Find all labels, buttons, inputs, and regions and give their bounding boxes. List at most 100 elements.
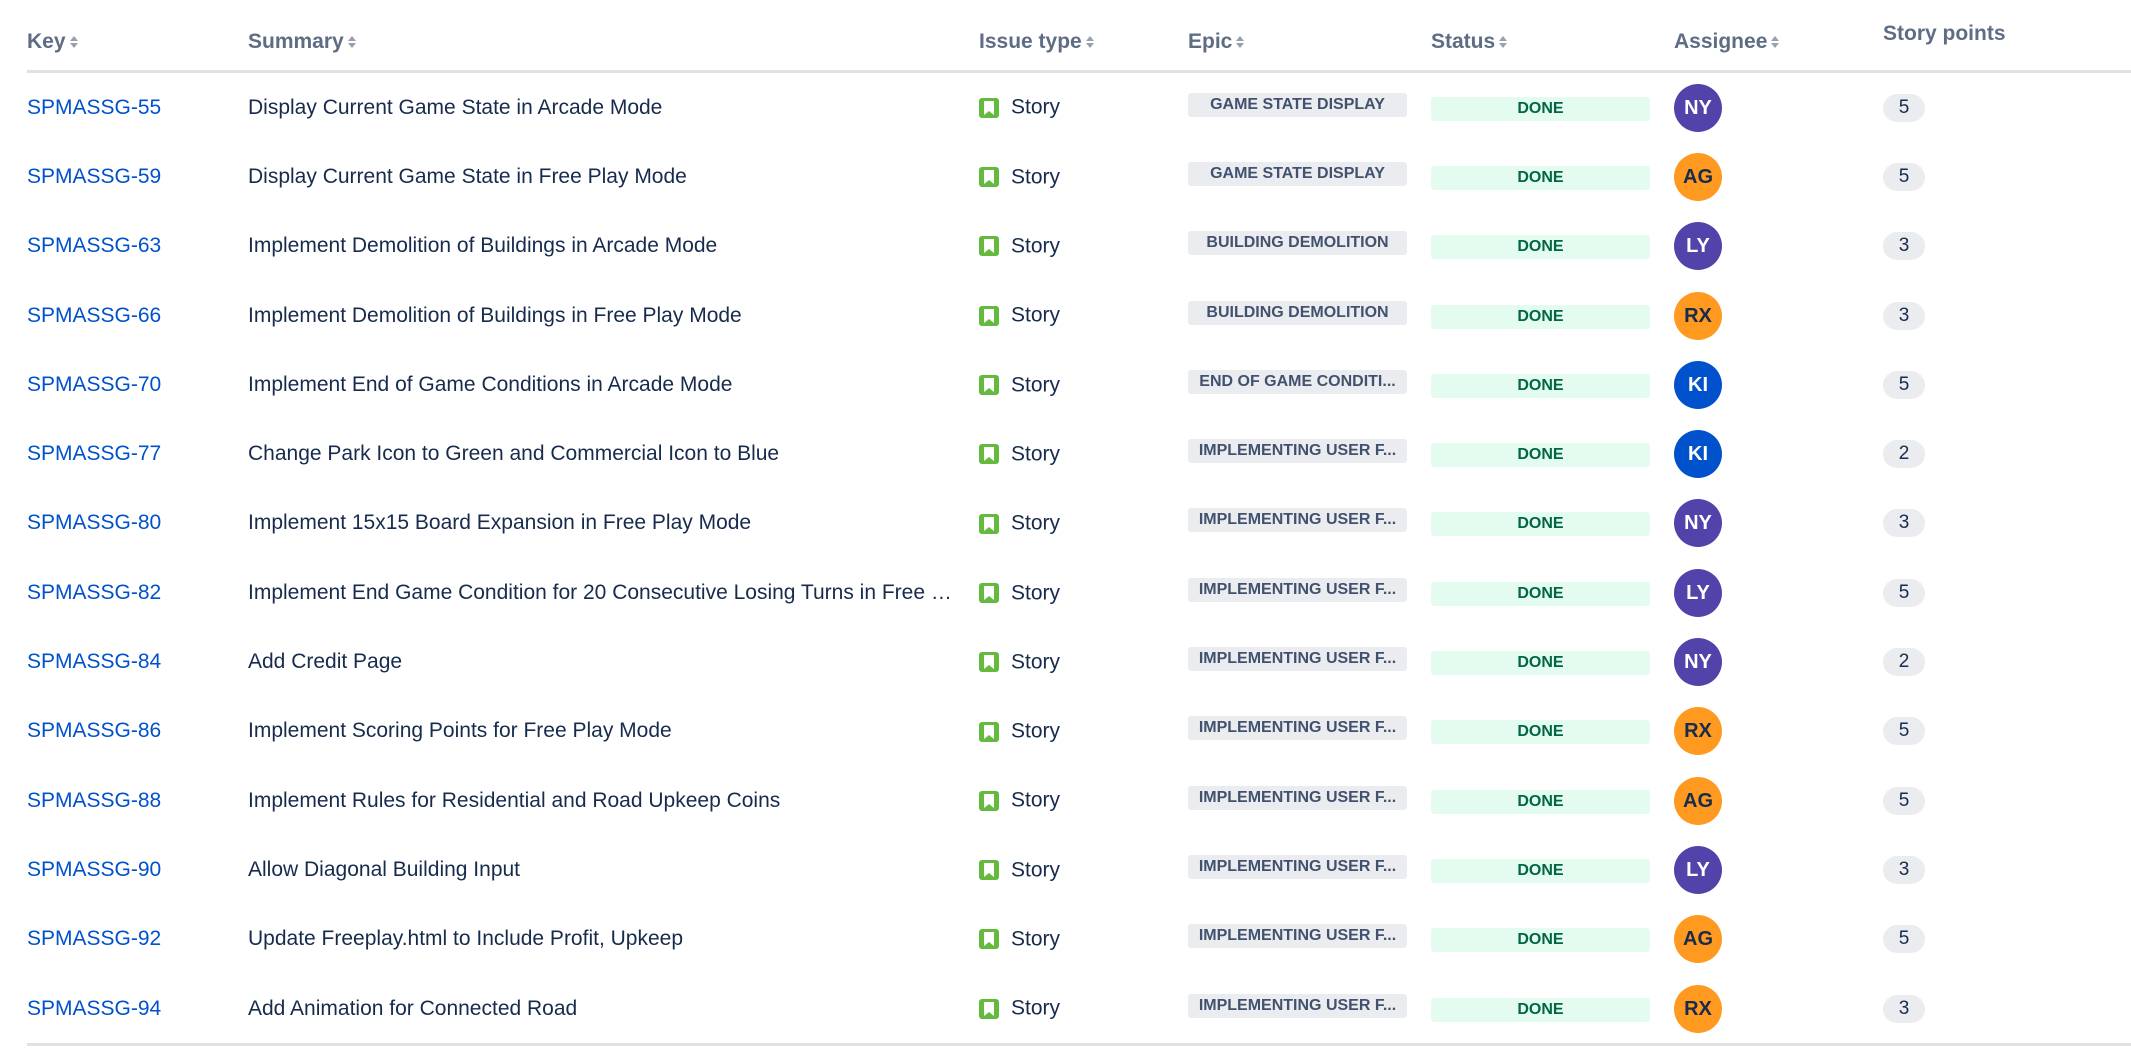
issue-summary[interactable]: Add Credit Page — [248, 650, 979, 674]
table-row[interactable]: SPMASSG-94 Add Animation for Connected R… — [27, 973, 2131, 1047]
issue-summary[interactable]: Implement End of Game Conditions in Arca… — [248, 373, 979, 397]
epic-lozenge[interactable]: IMPLEMENTING USER F... — [1188, 924, 1407, 949]
table-row[interactable]: SPMASSG-82 Implement End Game Condition … — [27, 558, 2131, 627]
column-header-epic[interactable]: Epic — [1188, 14, 1431, 73]
issue-summary[interactable]: Update Freeplay.html to Include Profit, … — [248, 927, 979, 951]
issue-key-link[interactable]: SPMASSG-70 — [27, 373, 161, 396]
column-header-summary[interactable]: Summary — [248, 14, 979, 73]
table-row[interactable]: SPMASSG-66 Implement Demolition of Build… — [27, 281, 2131, 350]
issue-key-link[interactable]: SPMASSG-88 — [27, 789, 161, 812]
sort-icon[interactable] — [1085, 35, 1094, 49]
avatar[interactable]: NY — [1674, 499, 1722, 548]
status-badge[interactable]: DONE — [1431, 443, 1650, 468]
issue-key-link[interactable]: SPMASSG-63 — [27, 234, 161, 257]
epic-lozenge[interactable]: IMPLEMENTING USER F... — [1188, 439, 1407, 464]
issue-key-link[interactable]: SPMASSG-86 — [27, 719, 161, 742]
sort-icon[interactable] — [1771, 35, 1780, 49]
avatar[interactable]: AG — [1674, 915, 1722, 964]
issue-summary[interactable]: Allow Diagonal Building Input — [248, 858, 979, 882]
table-row[interactable]: SPMASSG-77 Change Park Icon to Green and… — [27, 419, 2131, 488]
issue-summary[interactable]: Implement Rules for Residential and Road… — [248, 789, 979, 813]
sort-icon[interactable] — [69, 35, 78, 49]
status-cell: DONE — [1431, 766, 1674, 835]
table-row[interactable]: SPMASSG-90 Allow Diagonal Building Input… — [27, 835, 2131, 904]
status-badge[interactable]: DONE — [1431, 581, 1650, 606]
column-header-assignee[interactable]: Assignee — [1674, 14, 1883, 73]
table-row[interactable]: SPMASSG-70 Implement End of Game Conditi… — [27, 350, 2131, 419]
issue-key-link[interactable]: SPMASSG-94 — [27, 997, 161, 1020]
sort-icon[interactable] — [347, 35, 356, 49]
table-row[interactable]: SPMASSG-86 Implement Scoring Points for … — [27, 697, 2131, 766]
table-row[interactable]: SPMASSG-59 Display Current Game State in… — [27, 142, 2131, 211]
column-header-issue-type[interactable]: Issue type — [979, 14, 1188, 73]
table-row[interactable]: SPMASSG-84 Add Credit Page Story IMPLEME… — [27, 627, 2131, 696]
avatar[interactable]: LY — [1674, 845, 1722, 894]
epic-lozenge[interactable]: BUILDING DEMOLITION — [1188, 300, 1407, 325]
issue-summary[interactable]: Implement End Game Condition for 20 Cons… — [248, 581, 979, 605]
epic-lozenge[interactable]: IMPLEMENTING USER F... — [1188, 854, 1407, 879]
table-row[interactable]: SPMASSG-80 Implement 15x15 Board Expansi… — [27, 489, 2131, 558]
avatar[interactable]: RX — [1674, 707, 1722, 756]
table-row[interactable]: SPMASSG-55 Display Current Game State in… — [27, 72, 2131, 143]
epic-lozenge[interactable]: GAME STATE DISPLAY — [1188, 161, 1407, 186]
avatar[interactable]: NY — [1674, 638, 1722, 687]
column-header-status[interactable]: Status — [1431, 14, 1674, 73]
key-cell: SPMASSG-66 — [27, 281, 248, 350]
issue-summary[interactable]: Add Animation for Connected Road — [248, 997, 979, 1021]
avatar[interactable]: RX — [1674, 291, 1722, 340]
issue-key-link[interactable]: SPMASSG-66 — [27, 304, 161, 327]
issue-summary[interactable]: Display Current Game State in Free Play … — [248, 165, 979, 189]
status-badge[interactable]: DONE — [1431, 789, 1650, 814]
issue-key-link[interactable]: SPMASSG-80 — [27, 511, 161, 534]
epic-lozenge[interactable]: IMPLEMENTING USER F... — [1188, 577, 1407, 602]
table-row[interactable]: SPMASSG-92 Update Freeplay.html to Inclu… — [27, 905, 2131, 974]
avatar[interactable]: RX — [1674, 984, 1722, 1033]
epic-lozenge[interactable]: IMPLEMENTING USER F... — [1188, 508, 1407, 533]
status-badge[interactable]: DONE — [1431, 235, 1650, 260]
epic-lozenge[interactable]: IMPLEMENTING USER F... — [1188, 993, 1407, 1018]
table-row[interactable]: SPMASSG-63 Implement Demolition of Build… — [27, 212, 2131, 281]
epic-lozenge[interactable]: IMPLEMENTING USER F... — [1188, 647, 1407, 672]
status-badge[interactable]: DONE — [1431, 96, 1650, 121]
epic-lozenge[interactable]: BUILDING DEMOLITION — [1188, 231, 1407, 256]
epic-lozenge[interactable]: IMPLEMENTING USER F... — [1188, 716, 1407, 741]
status-badge[interactable]: DONE — [1431, 720, 1650, 745]
status-badge[interactable]: DONE — [1431, 858, 1650, 883]
avatar[interactable]: AG — [1674, 776, 1722, 825]
status-badge[interactable]: DONE — [1431, 304, 1650, 329]
issue-key-link[interactable]: SPMASSG-55 — [27, 96, 161, 119]
avatar[interactable]: AG — [1674, 152, 1722, 201]
status-badge[interactable]: DONE — [1431, 165, 1650, 190]
epic-lozenge[interactable]: IMPLEMENTING USER F... — [1188, 785, 1407, 810]
issue-key-link[interactable]: SPMASSG-77 — [27, 442, 161, 465]
issue-summary[interactable]: Implement 15x15 Board Expansion in Free … — [248, 511, 979, 535]
issue-key-link[interactable]: SPMASSG-82 — [27, 581, 161, 604]
column-header-key[interactable]: Key — [27, 14, 248, 73]
issue-key-link[interactable]: SPMASSG-84 — [27, 650, 161, 673]
avatar[interactable]: LY — [1674, 222, 1722, 271]
sort-icon[interactable] — [1499, 35, 1508, 49]
avatar[interactable]: KI — [1674, 430, 1722, 479]
issue-summary[interactable]: Display Current Game State in Arcade Mod… — [248, 96, 979, 120]
epic-cell: IMPLEMENTING USER F... — [1188, 627, 1431, 696]
avatar[interactable]: NY — [1674, 83, 1722, 132]
issue-summary[interactable]: Implement Scoring Points for Free Play M… — [248, 719, 979, 743]
status-badge[interactable]: DONE — [1431, 928, 1650, 953]
sort-icon[interactable] — [1236, 35, 1245, 49]
issue-key-link[interactable]: SPMASSG-59 — [27, 165, 161, 188]
status-badge[interactable]: DONE — [1431, 512, 1650, 537]
status-badge[interactable]: DONE — [1431, 373, 1650, 398]
issue-summary[interactable]: Change Park Icon to Green and Commercial… — [248, 442, 979, 466]
epic-lozenge[interactable]: GAME STATE DISPLAY — [1188, 92, 1407, 117]
issue-key-link[interactable]: SPMASSG-90 — [27, 858, 161, 881]
issue-summary[interactable]: Implement Demolition of Buildings in Arc… — [248, 234, 979, 258]
avatar[interactable]: LY — [1674, 568, 1722, 617]
status-badge[interactable]: DONE — [1431, 651, 1650, 676]
table-row[interactable]: SPMASSG-88 Implement Rules for Residenti… — [27, 766, 2131, 835]
avatar[interactable]: KI — [1674, 360, 1722, 409]
issue-summary[interactable]: Implement Demolition of Buildings in Fre… — [248, 304, 979, 328]
epic-lozenge[interactable]: END OF GAME CONDITI... — [1188, 369, 1407, 394]
status-cell: DONE — [1431, 419, 1674, 488]
status-badge[interactable]: DONE — [1431, 997, 1650, 1022]
issue-key-link[interactable]: SPMASSG-92 — [27, 927, 161, 950]
